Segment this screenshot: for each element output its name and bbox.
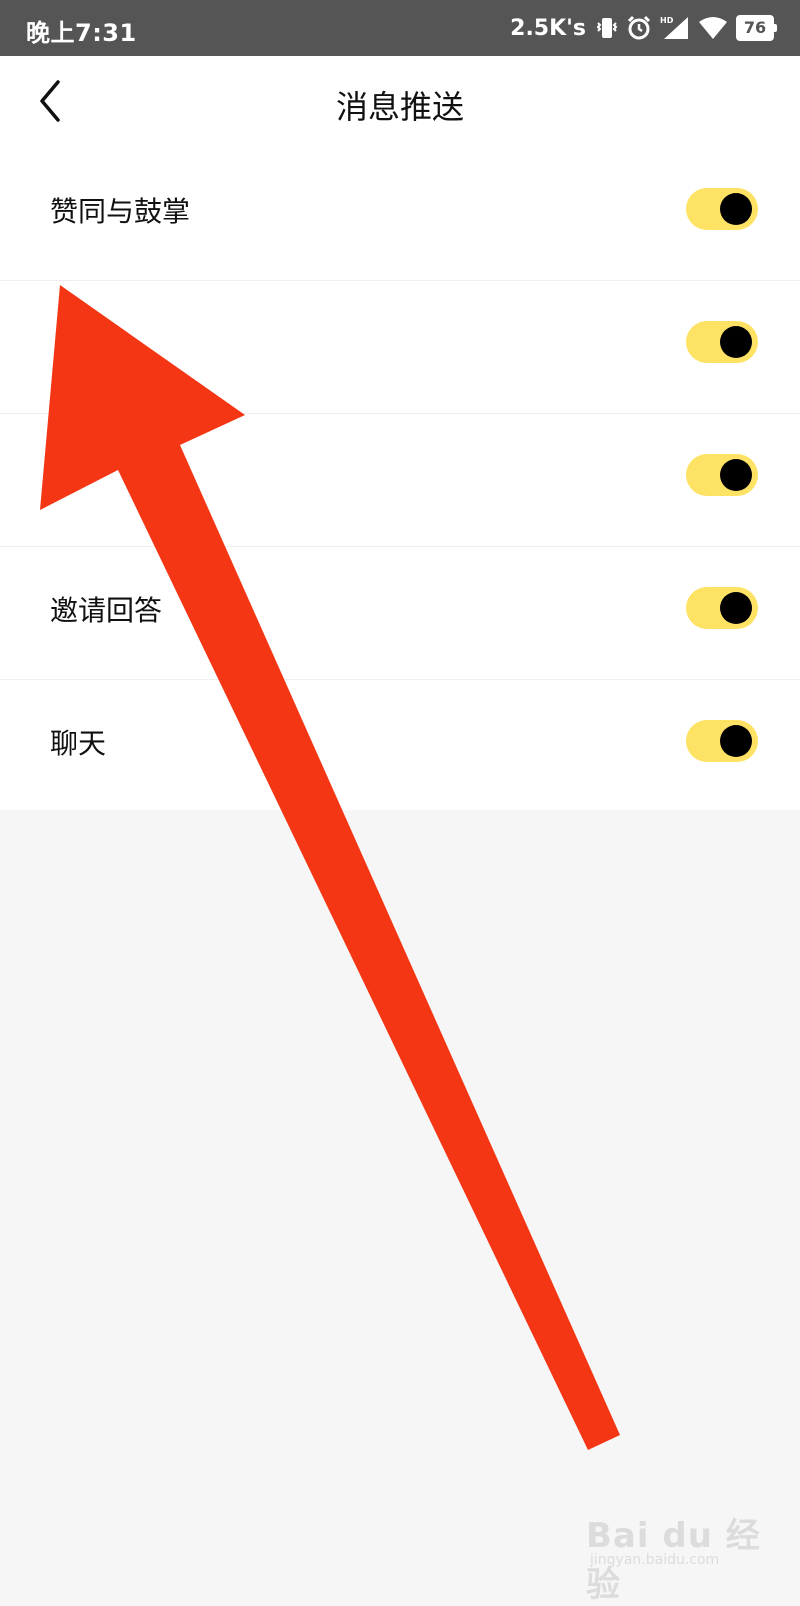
setting-row-chat: 聊天	[0, 680, 800, 810]
setting-label: 聊天	[50, 727, 107, 760]
toggle-switch[interactable]	[686, 720, 758, 762]
battery-icon: 76	[736, 15, 777, 41]
toggle-switch[interactable]	[686, 454, 758, 496]
setting-label: 邀请回答	[50, 594, 163, 627]
toggle-switch[interactable]	[686, 587, 758, 629]
alarm-icon	[626, 15, 652, 41]
status-bar: 晚上7:31 2.5K's HD 76	[0, 0, 800, 56]
wifi-icon	[698, 16, 728, 40]
setting-row-likes: 赞同与鼓掌	[0, 148, 800, 281]
push-settings-list: 赞同与鼓掌 邀请回答 聊天	[0, 148, 800, 810]
baidu-jingyan-watermark: Bai du 经验 jingyan.baidu.com	[586, 1506, 766, 1605]
setting-label: 赞同与鼓掌	[50, 195, 191, 228]
vibrate-icon	[596, 15, 618, 41]
toggle-switch[interactable]	[686, 188, 758, 230]
status-icons: 2.5K's HD 76	[510, 10, 777, 46]
watermark-url: jingyan.baidu.com	[590, 1552, 720, 1568]
toggle-knob	[720, 725, 752, 757]
toggle-knob	[720, 459, 752, 491]
network-speed: 2.5K's	[510, 15, 586, 41]
svg-text:HD: HD	[660, 16, 674, 25]
hd-signal-icon: HD	[660, 15, 690, 41]
setting-row-invite-answer: 邀请回答	[0, 547, 800, 680]
page-title: 消息推送	[335, 88, 464, 126]
app-header: 消息推送	[0, 56, 800, 148]
setting-row-2	[0, 281, 800, 414]
toggle-switch[interactable]	[686, 321, 758, 363]
status-time: 晚上7:31	[26, 19, 137, 47]
toggle-knob	[720, 193, 752, 225]
setting-row-3	[0, 414, 800, 547]
toggle-knob	[720, 592, 752, 624]
toggle-knob	[720, 326, 752, 358]
